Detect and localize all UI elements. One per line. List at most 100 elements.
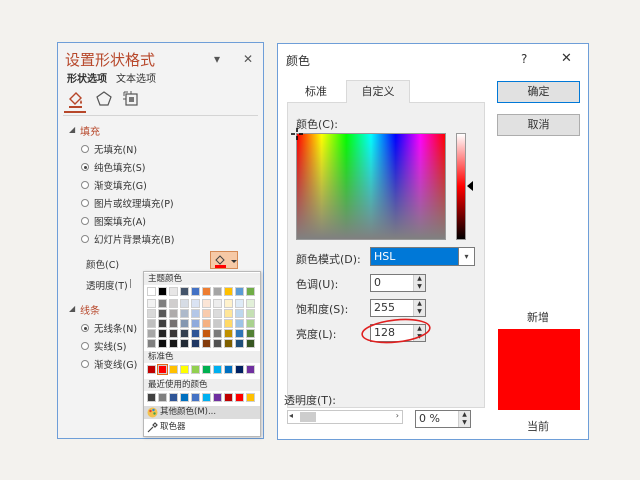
theme-shade-swatch[interactable] <box>202 319 211 328</box>
theme-shade-swatch[interactable] <box>246 319 255 328</box>
theme-shade-swatch[interactable] <box>202 329 211 338</box>
theme-shade-swatch[interactable] <box>191 319 200 328</box>
effects-icon[interactable] <box>94 89 114 109</box>
scroll-right-icon[interactable]: › <box>396 411 399 420</box>
theme-color-swatch[interactable] <box>191 287 200 296</box>
radio-gradient-fill[interactable] <box>81 181 89 189</box>
theme-shade-swatch[interactable] <box>202 309 211 318</box>
radio-gradient-line[interactable] <box>81 360 89 368</box>
recent-color-swatch[interactable] <box>147 393 156 402</box>
radio-picture-fill[interactable] <box>81 199 89 207</box>
standard-color-swatch[interactable] <box>213 365 222 374</box>
theme-shade-swatch[interactable] <box>158 299 167 308</box>
size-properties-icon[interactable] <box>121 89 141 109</box>
theme-shade-swatch[interactable] <box>147 299 156 308</box>
theme-shade-swatch[interactable] <box>202 339 211 348</box>
theme-shade-swatch[interactable] <box>180 319 189 328</box>
theme-shade-swatch[interactable] <box>235 329 244 338</box>
theme-shade-swatch[interactable] <box>169 299 178 308</box>
theme-shade-swatch[interactable] <box>158 319 167 328</box>
theme-shade-swatch[interactable] <box>169 309 178 318</box>
spin-down-icon[interactable]: ▼ <box>413 283 425 291</box>
theme-shade-swatch[interactable] <box>180 299 189 308</box>
theme-shade-swatch[interactable] <box>180 309 189 318</box>
standard-color-swatch[interactable] <box>202 365 211 374</box>
luminance-bar[interactable] <box>456 133 466 240</box>
theme-shade-swatch[interactable] <box>169 329 178 338</box>
collapse-triangle-icon[interactable]: ◢ <box>69 125 75 134</box>
theme-shade-swatch[interactable] <box>180 339 189 348</box>
theme-shade-swatch[interactable] <box>158 339 167 348</box>
ok-button[interactable]: 确定 <box>497 81 580 103</box>
scroll-left-icon[interactable]: ◂ <box>289 411 293 420</box>
theme-shade-swatch[interactable] <box>235 299 244 308</box>
transparency-slider-thumb[interactable] <box>300 412 316 422</box>
standard-color-swatch[interactable] <box>169 365 178 374</box>
standard-color-swatch[interactable] <box>246 365 255 374</box>
recent-color-swatch[interactable] <box>180 393 189 402</box>
theme-shade-swatch[interactable] <box>191 309 200 318</box>
radio-pattern-fill[interactable] <box>81 217 89 225</box>
standard-color-swatch[interactable] <box>157 364 168 375</box>
recent-color-swatch[interactable] <box>169 393 178 402</box>
eyedropper-item[interactable]: 取色器 <box>144 421 260 434</box>
recent-color-swatch[interactable] <box>202 393 211 402</box>
tab-text-options[interactable]: 文本选项 <box>116 70 156 85</box>
theme-shade-swatch[interactable] <box>213 339 222 348</box>
radio-no-line[interactable] <box>81 324 89 332</box>
spin-down-icon[interactable]: ▼ <box>413 308 425 316</box>
hue-stepper[interactable]: 0 ▲ ▼ <box>370 274 426 292</box>
spin-up-icon[interactable]: ▲ <box>413 300 425 308</box>
theme-shade-swatch[interactable] <box>147 339 156 348</box>
theme-shade-swatch[interactable] <box>246 299 255 308</box>
theme-shade-swatch[interactable] <box>246 329 255 338</box>
theme-color-swatch[interactable] <box>224 287 233 296</box>
transparency-slider-thumb[interactable] <box>130 279 131 288</box>
theme-shade-swatch[interactable] <box>191 329 200 338</box>
radio-no-fill[interactable] <box>81 145 89 153</box>
theme-shade-swatch[interactable] <box>158 329 167 338</box>
theme-shade-swatch[interactable] <box>213 329 222 338</box>
theme-color-swatch[interactable] <box>213 287 222 296</box>
standard-color-swatch[interactable] <box>147 365 156 374</box>
theme-shade-swatch[interactable] <box>158 309 167 318</box>
theme-color-swatch[interactable] <box>147 287 156 296</box>
theme-shade-swatch[interactable] <box>169 319 178 328</box>
chevron-down-icon[interactable]: ▾ <box>458 248 474 265</box>
theme-shade-swatch[interactable] <box>246 309 255 318</box>
theme-shade-swatch[interactable] <box>224 329 233 338</box>
recent-color-swatch[interactable] <box>224 393 233 402</box>
transparency-stepper[interactable]: 0 % ▲ ▼ <box>415 410 471 428</box>
collapse-triangle-icon[interactable]: ◢ <box>69 304 75 313</box>
theme-color-swatch[interactable] <box>180 287 189 296</box>
radio-slide-bg-fill[interactable] <box>81 235 89 243</box>
theme-color-swatch[interactable] <box>202 287 211 296</box>
standard-color-swatch[interactable] <box>235 365 244 374</box>
theme-shade-swatch[interactable] <box>202 299 211 308</box>
theme-shade-swatch[interactable] <box>235 319 244 328</box>
luminance-pointer-icon[interactable] <box>467 181 473 191</box>
saturation-stepper[interactable]: 255 ▲ ▼ <box>370 299 426 317</box>
color-model-select[interactable]: HSL ▾ <box>370 247 475 266</box>
theme-shade-swatch[interactable] <box>147 309 156 318</box>
theme-shade-swatch[interactable] <box>224 299 233 308</box>
spin-up-icon[interactable]: ▲ <box>458 411 470 419</box>
theme-shade-swatch[interactable] <box>147 319 156 328</box>
spin-up-icon[interactable]: ▲ <box>413 275 425 283</box>
theme-shade-swatch[interactable] <box>213 309 222 318</box>
cancel-button[interactable]: 取消 <box>497 114 580 136</box>
theme-shade-swatch[interactable] <box>213 319 222 328</box>
radio-solid-line[interactable] <box>81 342 89 350</box>
theme-shade-swatch[interactable] <box>169 339 178 348</box>
recent-color-swatch[interactable] <box>235 393 244 402</box>
fill-color-button[interactable] <box>210 251 238 269</box>
fill-line-icon[interactable] <box>66 89 86 109</box>
pane-close-icon[interactable]: ✕ <box>243 52 253 66</box>
theme-color-swatch[interactable] <box>235 287 244 296</box>
more-colors-item[interactable]: 其他颜色(M)... <box>144 406 260 419</box>
recent-color-swatch[interactable] <box>158 393 167 402</box>
theme-shade-swatch[interactable] <box>235 309 244 318</box>
theme-shade-swatch[interactable] <box>191 339 200 348</box>
theme-shade-swatch[interactable] <box>246 339 255 348</box>
theme-color-swatch[interactable] <box>158 287 167 296</box>
